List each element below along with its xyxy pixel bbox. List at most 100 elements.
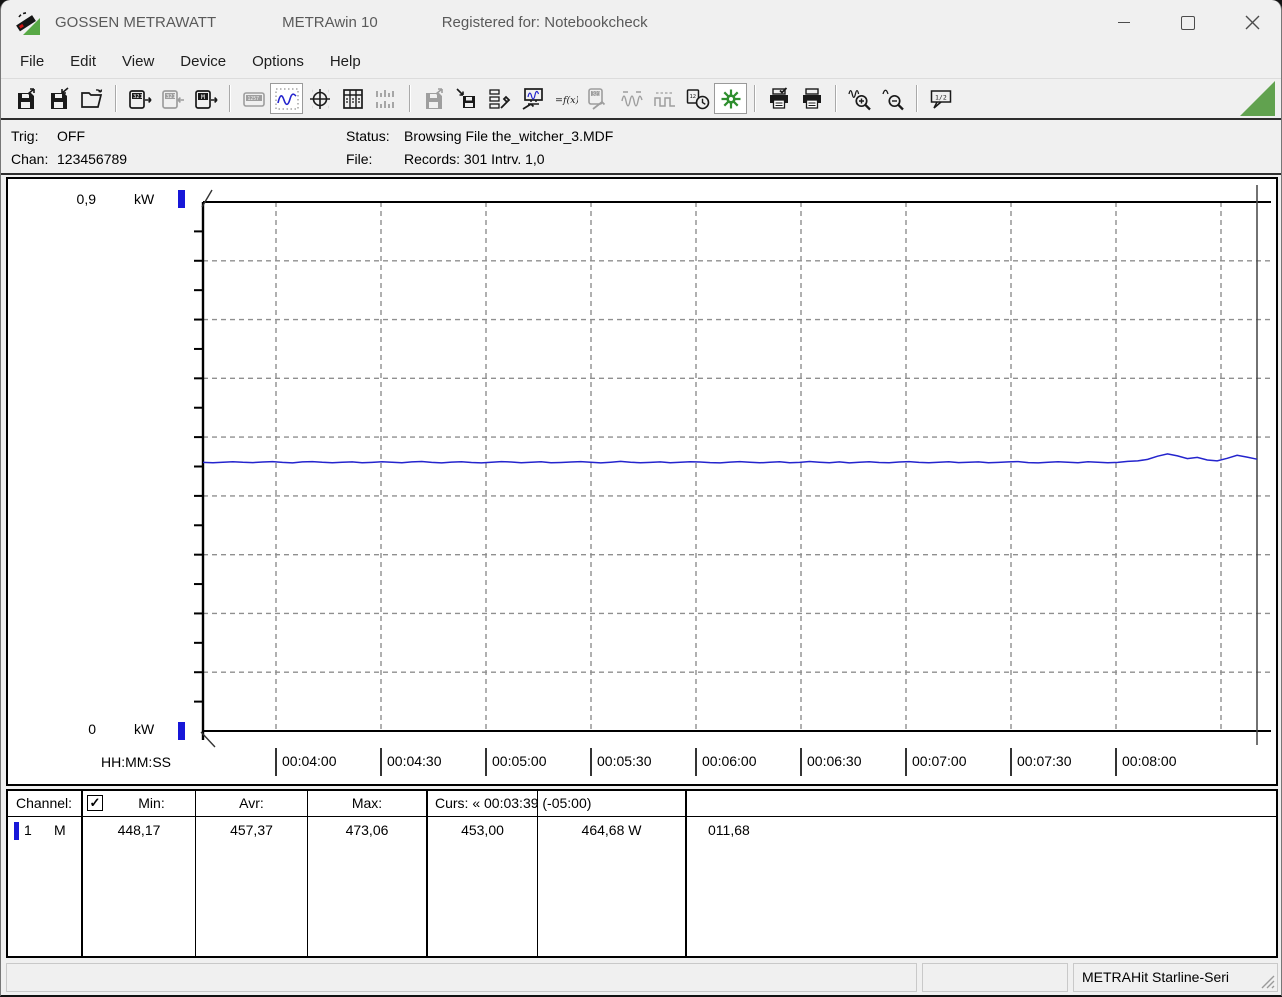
resize-grip-icon[interactable] bbox=[1261, 975, 1275, 989]
cell-channel-mode: M bbox=[54, 822, 66, 838]
toolbar-separator bbox=[754, 85, 755, 112]
time-setup-button[interactable]: 12 bbox=[681, 83, 714, 114]
maximize-button[interactable] bbox=[1173, 8, 1203, 38]
app-vendor: GOSSEN METRAWATT bbox=[55, 14, 217, 31]
write-device-321-button[interactable]: 321 bbox=[156, 83, 189, 114]
channel-setup-button[interactable] bbox=[483, 83, 516, 114]
floppy-out-icon bbox=[425, 87, 443, 109]
header-min: Min: bbox=[138, 795, 165, 811]
display-setup-button[interactable] bbox=[516, 83, 549, 114]
analog-output-button[interactable] bbox=[615, 83, 648, 114]
header-channel: Channel: bbox=[16, 795, 73, 811]
formula-button[interactable]: =f(x) bbox=[549, 83, 582, 114]
device-321-in-icon: 321 bbox=[161, 89, 184, 109]
plot-svg[interactable] bbox=[8, 179, 1276, 784]
file-label: File: bbox=[346, 151, 373, 167]
device-name: METRAHit Starline-Seri bbox=[1082, 969, 1230, 985]
svg-text:321: 321 bbox=[166, 94, 176, 100]
info-left: Trig: OFF Chan: 123456789 bbox=[11, 125, 127, 171]
svg-text:=f(x): =f(x) bbox=[555, 95, 578, 106]
fx-icon: =f(x) bbox=[555, 95, 578, 106]
cell-cursor-b: 464,68 W bbox=[581, 822, 642, 838]
header-avr: Avr: bbox=[239, 795, 264, 811]
svg-text:321: 321 bbox=[592, 91, 601, 97]
menu-item-view[interactable]: View bbox=[109, 49, 167, 74]
curve-icon bbox=[275, 88, 298, 109]
screen: GOSSEN METRAWATT METRAwin 10 Registered … bbox=[0, 0, 1282, 997]
folder-open-icon bbox=[80, 88, 102, 108]
channel-visible-checkbox[interactable]: ✓ bbox=[87, 795, 103, 811]
view-cursor-button[interactable] bbox=[303, 83, 336, 114]
print-preview-button[interactable] bbox=[762, 83, 795, 114]
svg-text:M: M bbox=[201, 93, 205, 101]
x-tick-label: 00:05:30 bbox=[597, 753, 652, 769]
pulse-output-button[interactable] bbox=[648, 83, 681, 114]
statusbar-segment-device: METRAHit Starline-Seri bbox=[1073, 963, 1278, 992]
registration-text: Registered for: Notebookcheck bbox=[441, 14, 648, 31]
minimize-button[interactable] bbox=[1109, 8, 1139, 38]
trig-label: Trig: bbox=[11, 128, 39, 144]
trig-value: OFF bbox=[57, 128, 85, 144]
device-321-out-icon: 321 bbox=[128, 89, 152, 109]
y-min-label: 0 bbox=[88, 721, 96, 737]
brand-triangle-icon bbox=[1240, 81, 1275, 116]
meter-icon: 1257 bbox=[242, 91, 265, 107]
menu-item-file[interactable]: File bbox=[7, 49, 57, 74]
cell-delta: 011,68 bbox=[708, 822, 750, 838]
view-histogram-button[interactable] bbox=[369, 83, 402, 114]
chan-value: 123456789 bbox=[57, 151, 128, 167]
live-mode-button[interactable] bbox=[714, 83, 747, 114]
info-right: Status: Browsing File the_witcher_3.MDF F… bbox=[346, 125, 613, 171]
maximize-icon bbox=[1181, 15, 1195, 30]
menu-item-options[interactable]: Options bbox=[239, 49, 317, 74]
svg-text:1/2: 1/2 bbox=[935, 93, 947, 101]
device-m-out-icon: M bbox=[194, 89, 218, 109]
statusbar-segment-main bbox=[6, 963, 917, 992]
title-bar: GOSSEN METRAWATT METRAwin 10 Registered … bbox=[1, 0, 1281, 45]
printer-check-icon bbox=[769, 86, 788, 109]
x-tick-label: 00:06:30 bbox=[807, 753, 862, 769]
zoom-out-curve-button[interactable] bbox=[876, 83, 909, 114]
export-data-button[interactable] bbox=[417, 83, 450, 114]
print-button[interactable] bbox=[795, 83, 828, 114]
pulse-icon bbox=[653, 91, 675, 107]
meter-display-button[interactable]: 1257 bbox=[237, 83, 270, 114]
cell-max: 473,06 bbox=[345, 822, 389, 838]
save-file-in-button[interactable] bbox=[42, 83, 75, 114]
close-button[interactable] bbox=[1237, 8, 1267, 38]
speech-bubble-icon: 1/2 bbox=[930, 89, 951, 109]
header-cursor: Curs: « 00:03:39 (-05:00) bbox=[435, 795, 592, 811]
toolbar: 321 321 M 1257 =f(x) 321 12 1/2 bbox=[1, 78, 1281, 118]
open-file-button[interactable] bbox=[75, 83, 108, 114]
floppy-in-icon bbox=[50, 86, 69, 109]
x-tick-label: 00:05:00 bbox=[492, 753, 547, 769]
channel-marker-bottom bbox=[178, 722, 185, 740]
view-table-button[interactable] bbox=[336, 83, 369, 114]
read-device-memory-button[interactable]: M bbox=[189, 83, 222, 114]
toolbar-separator bbox=[115, 85, 116, 112]
status-value: Browsing File the_witcher_3.MDF bbox=[404, 128, 614, 144]
channel-row-marker bbox=[14, 822, 19, 840]
info-panel: Trig: OFF Chan: 123456789 Status: Browsing … bbox=[1, 118, 1281, 175]
import-data-button[interactable] bbox=[450, 83, 483, 114]
annotations-button[interactable]: 1/2 bbox=[924, 83, 957, 114]
minimize-icon bbox=[1118, 22, 1130, 23]
cell-avr: 457,37 bbox=[230, 822, 273, 838]
file-value: Records: 301 Intrv. 1,0 bbox=[404, 151, 545, 167]
save-file-out-button[interactable] bbox=[9, 83, 42, 114]
menu-item-edit[interactable]: Edit bbox=[57, 49, 109, 74]
zoom-out-wave-icon bbox=[881, 89, 904, 110]
x-tick-label: 00:07:00 bbox=[912, 753, 967, 769]
sine-icon bbox=[620, 90, 643, 107]
read-device-321-button[interactable]: 321 bbox=[123, 83, 156, 114]
app-window: GOSSEN METRAWATT METRAwin 10 Registered … bbox=[0, 0, 1282, 997]
statusbar-segment-secondary bbox=[922, 963, 1068, 992]
menu-item-help[interactable]: Help bbox=[317, 49, 374, 74]
view-chart-button[interactable] bbox=[270, 83, 303, 114]
svg-text:1257: 1257 bbox=[247, 96, 259, 102]
chan-label: Chan: bbox=[11, 151, 49, 167]
table-icon bbox=[342, 88, 363, 109]
device-setup-button[interactable]: 321 bbox=[582, 83, 615, 114]
menu-item-device[interactable]: Device bbox=[167, 49, 239, 74]
zoom-in-curve-button[interactable] bbox=[843, 83, 876, 114]
